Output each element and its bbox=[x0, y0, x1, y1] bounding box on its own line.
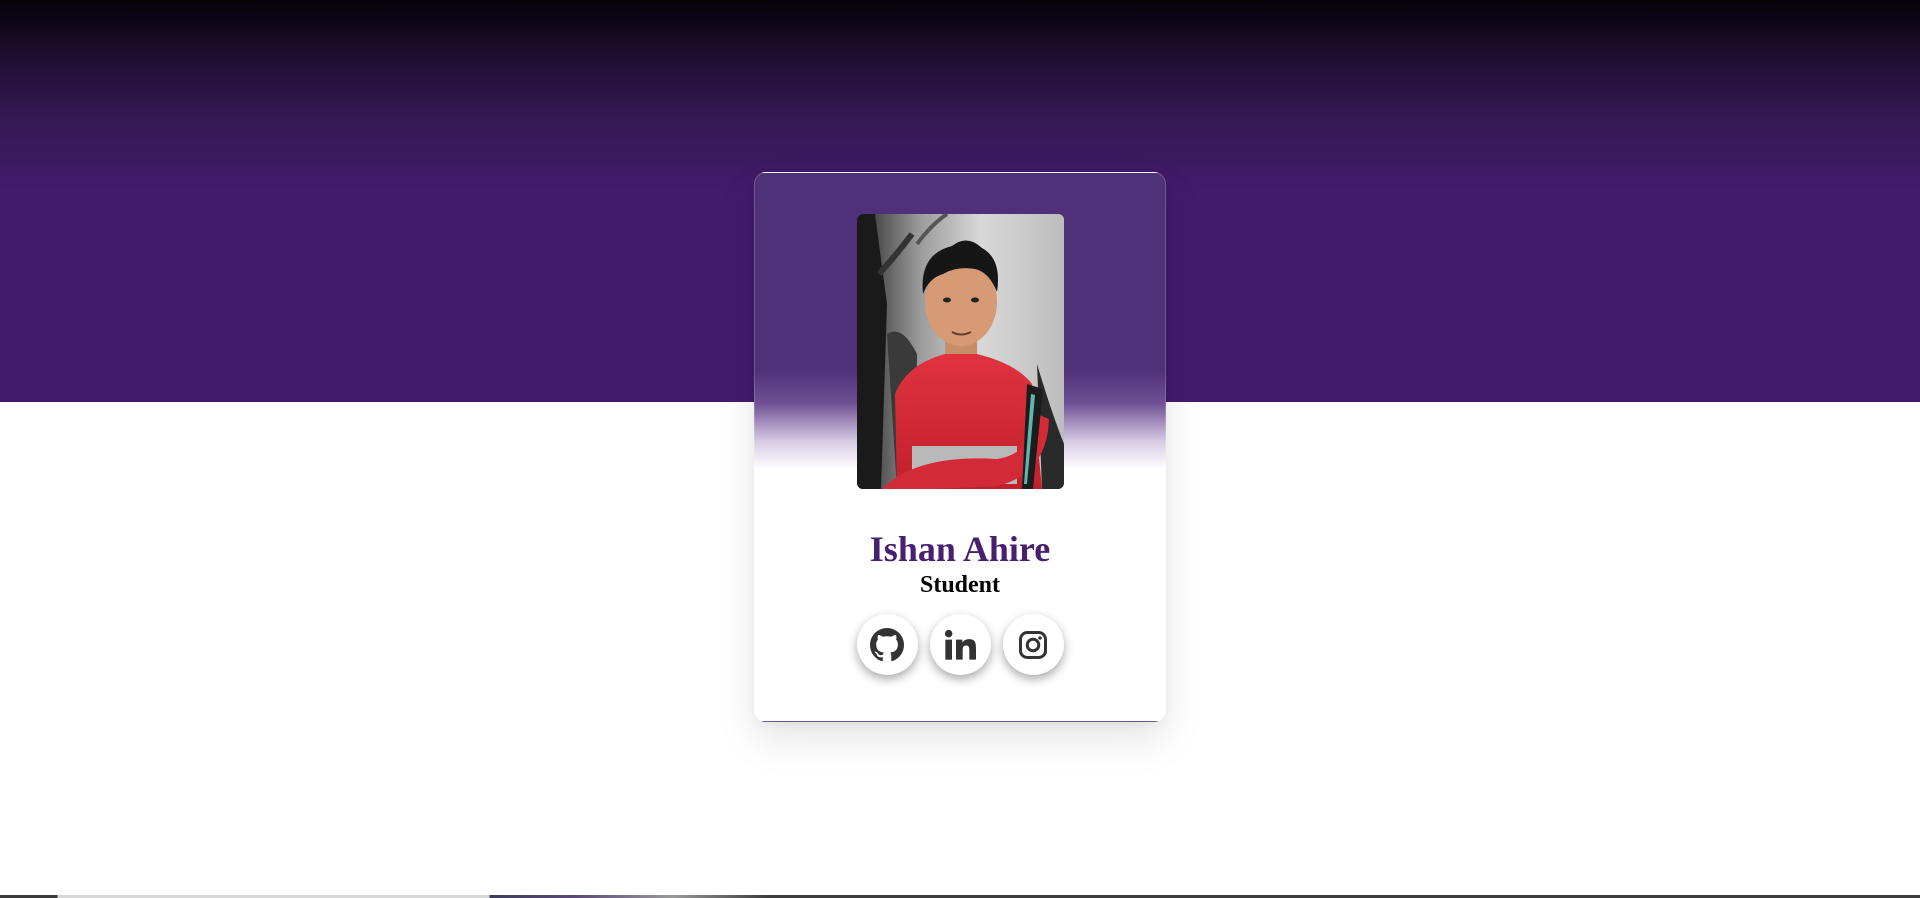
profile-photo bbox=[857, 214, 1064, 489]
linkedin-icon bbox=[944, 629, 976, 660]
github-button[interactable] bbox=[856, 614, 918, 675]
instagram-icon bbox=[1019, 630, 1047, 659]
instagram-button[interactable] bbox=[1002, 614, 1064, 675]
profile-role: Student bbox=[919, 572, 1001, 598]
page: Ishan Ahire Student bbox=[0, 0, 1920, 898]
linkedin-button[interactable] bbox=[929, 614, 991, 675]
social-links bbox=[755, 614, 1165, 675]
profile-card: Ishan Ahire Student bbox=[754, 172, 1166, 722]
profile-name: Ishan Ahire bbox=[869, 529, 1051, 569]
github-icon bbox=[870, 627, 904, 661]
